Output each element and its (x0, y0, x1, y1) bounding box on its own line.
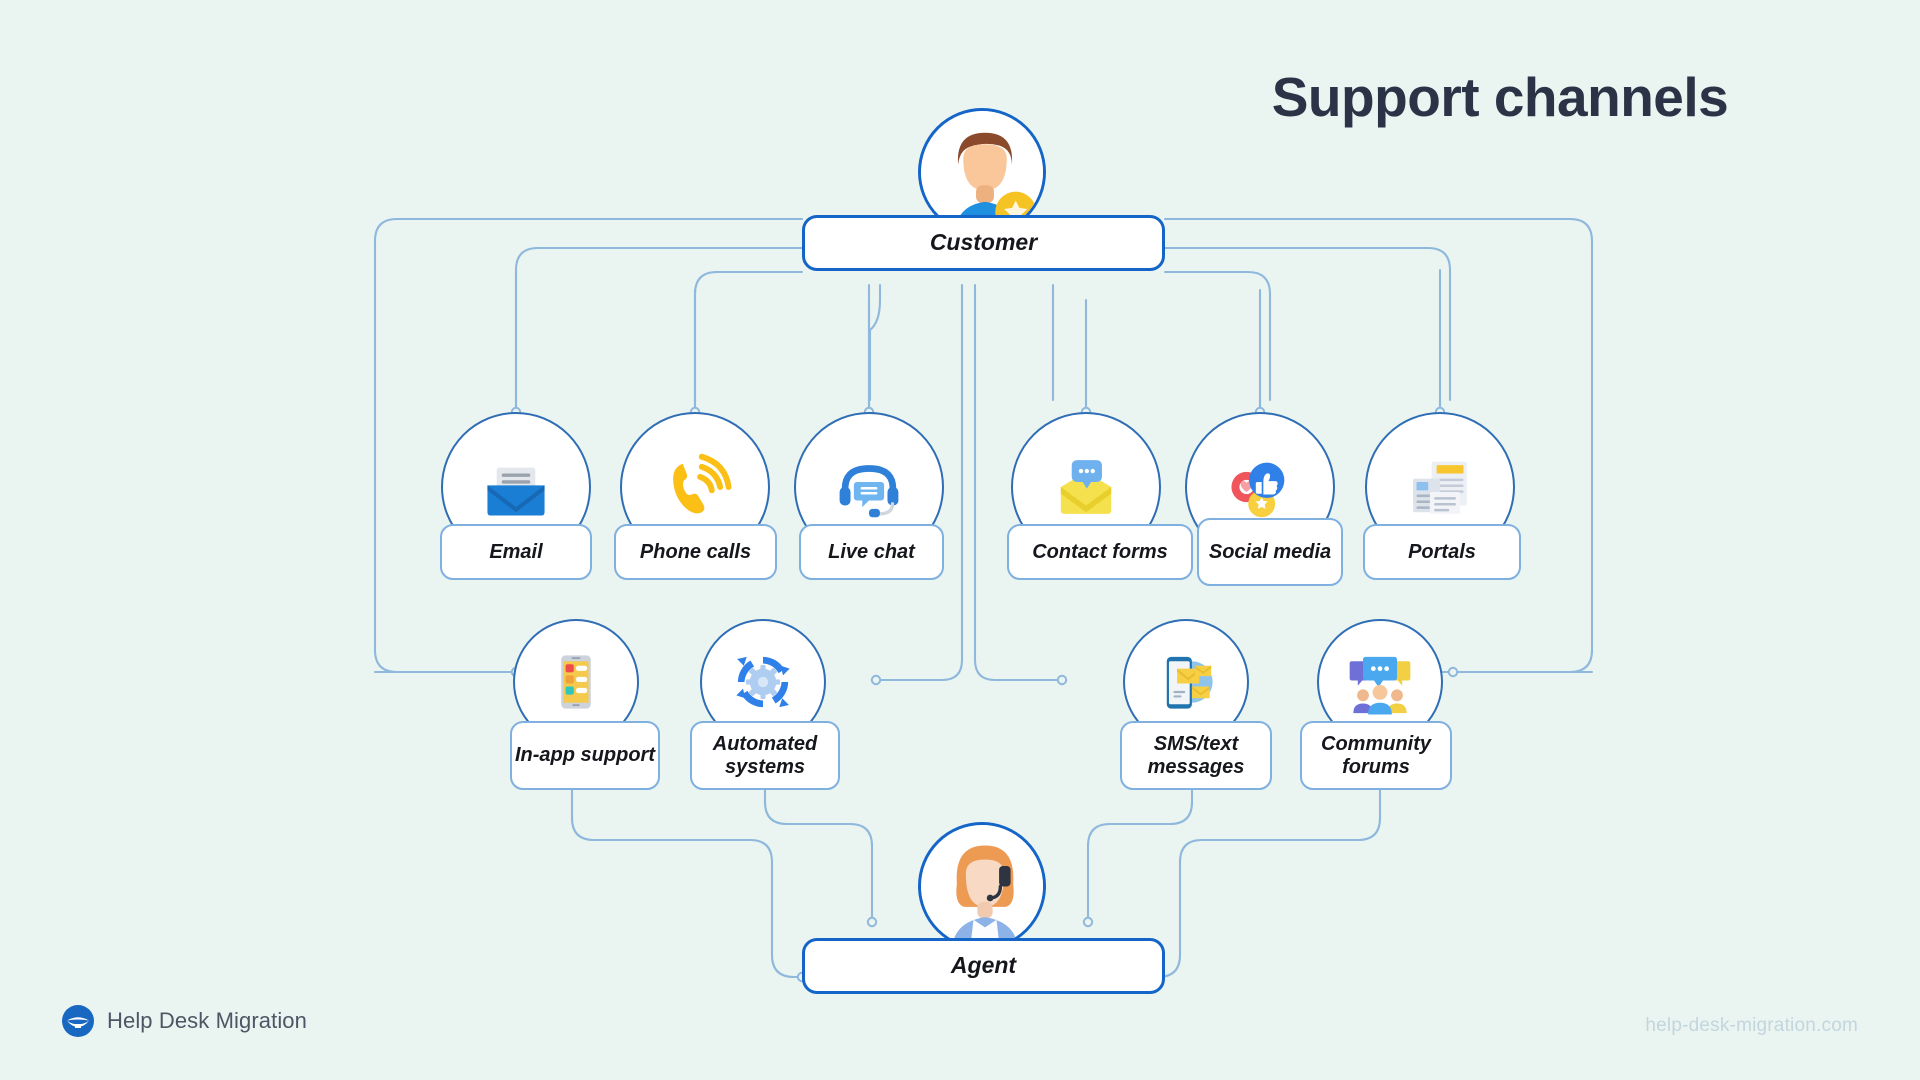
channel-label-live-chat[interactable]: Live chat (799, 524, 944, 580)
channel-label-text: Community forums (1321, 733, 1431, 778)
channel-label-text: Phone calls (639, 540, 752, 563)
agent-node[interactable]: Agent (802, 938, 1165, 994)
infographic-canvas: Support channels Customer Email Phone ca… (0, 0, 1920, 1080)
agent-headset-avatar-icon (921, 825, 1043, 947)
channel-label-text: In-app support (515, 744, 655, 767)
channel-label-automated-systems[interactable]: Automated systems (690, 721, 840, 790)
channel-label-text: Social media (1208, 540, 1332, 563)
help-desk-migration-logo (62, 1005, 94, 1037)
channel-label-text: Automated systems (712, 733, 818, 778)
channel-label-contact-forms[interactable]: Contact forms (1007, 524, 1193, 580)
channel-label-in-app-support[interactable]: In-app support (510, 721, 660, 790)
agent-node-label: Agent (950, 952, 1017, 979)
brand-footer[interactable]: Help Desk Migration (62, 1005, 307, 1037)
agent-avatar (918, 822, 1046, 950)
channel-label-text: Contact forms (1032, 540, 1168, 563)
channel-label-phone-calls[interactable]: Phone calls (614, 524, 777, 580)
channel-label-text: Email (489, 540, 543, 563)
channel-label-email[interactable]: Email (440, 524, 592, 580)
channel-label-social-media[interactable]: Social media (1197, 518, 1343, 586)
channel-label-text: SMS/text messages (1147, 733, 1245, 778)
channel-label-text: Portals (1408, 540, 1476, 563)
brand-name: Help Desk Migration (107, 1008, 307, 1033)
channel-label-community-forums[interactable]: Community forums (1300, 721, 1452, 790)
site-url: help-desk-migration.com (1645, 1015, 1858, 1036)
channel-label-text: Live chat (828, 540, 915, 563)
customer-node-label: Customer (929, 229, 1038, 256)
channel-label-portals[interactable]: Portals (1363, 524, 1521, 580)
channel-label-sms-messages[interactable]: SMS/text messages (1120, 721, 1272, 790)
customer-node[interactable]: Customer (802, 215, 1165, 271)
